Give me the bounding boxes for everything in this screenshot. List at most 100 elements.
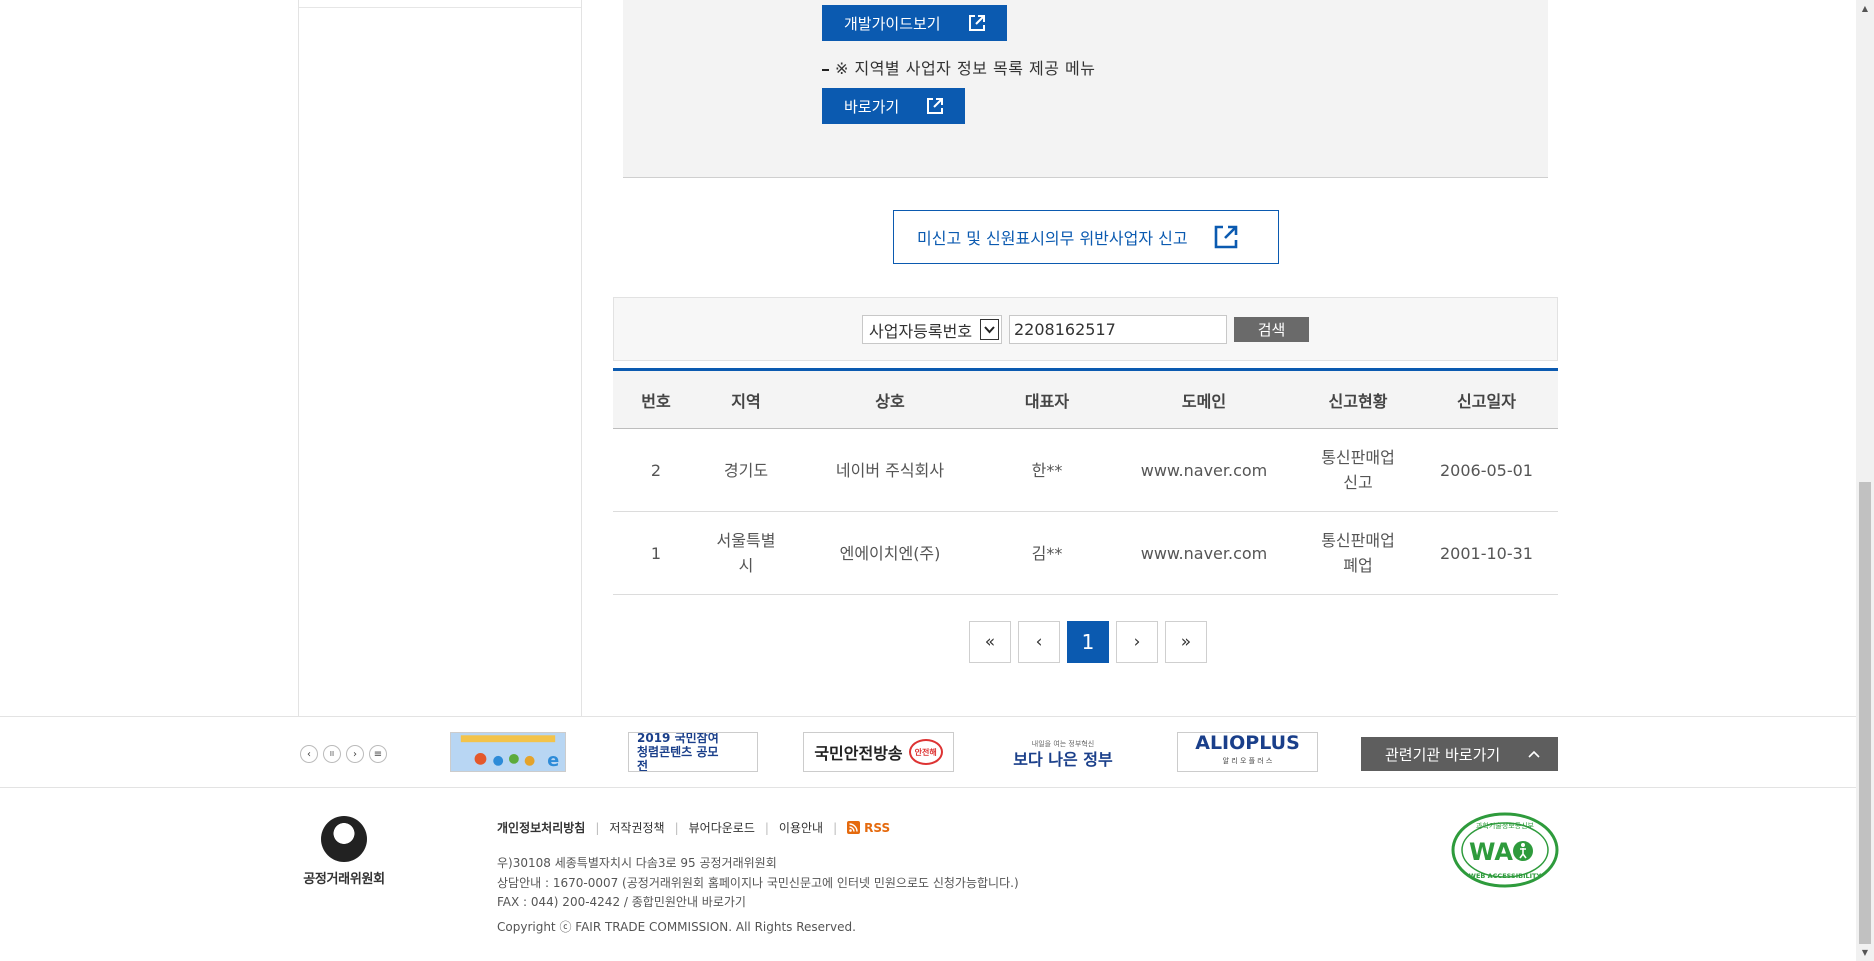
cell-ceo: 김** <box>987 511 1107 595</box>
goto-label: 바로가기 <box>844 97 900 116</box>
search-type-value: 사업자등록번호 <box>869 321 973 341</box>
ftc-logo-name: 공정거래위원회 <box>303 872 385 887</box>
cell-number: 2 <box>613 428 699 512</box>
dev-guide-label: 개발가이드보기 <box>844 14 941 33</box>
cell-region-text: 경기도 <box>723 460 769 480</box>
api-info-panel <box>623 0 1548 178</box>
external-link-icon <box>927 98 944 114</box>
wa-main-text: WA <box>1469 838 1513 866</box>
page-scrollbar[interactable]: ▲ ▼ <box>1856 0 1874 961</box>
rss-link[interactable]: RSS <box>847 821 890 835</box>
footer-consult: 상담안내 : 1670-0007 (공정거래위원회 홈페이지나 국민신문고에 인… <box>497 875 1019 890</box>
tv-icon: 안전해 <box>908 739 943 765</box>
external-link-icon <box>968 15 985 31</box>
goto-button[interactable]: 바로가기 <box>822 88 966 124</box>
web-accessibility-badge: 과학기술정보통신부 WA WEB ACCESSIBILITY <box>1451 812 1559 888</box>
chevron-up-icon <box>1528 750 1540 758</box>
chevron-down-icon <box>980 319 999 340</box>
banner-better-government[interactable]: 내일을 여는 정부혁신 보다 나은 정부 <box>1009 732 1117 772</box>
search-button[interactable]: 검색 <box>1234 317 1309 342</box>
banner-list-button[interactable]: ≡ <box>369 745 387 763</box>
banner-ie-image-art: e <box>451 733 565 771</box>
cell-status-text: 통신판매업 폐업 <box>1321 531 1395 575</box>
result-table: 번호 지역 상호 대표자 도메인 신고현황 신고일자 2 경기도 네이버 주식회… <box>613 368 1558 595</box>
link-separator: | <box>595 820 600 835</box>
first-page-button[interactable]: « <box>969 621 1011 663</box>
link-separator: | <box>674 820 679 835</box>
cell-status: 통신판매업 신고 <box>1301 428 1415 512</box>
page: 개발가이드보기 ※ 지역별 사업자 정보 목록 제공 메뉴 바로가기 미신고 및… <box>0 0 1874 961</box>
banner-ie-image[interactable]: e <box>450 732 566 772</box>
col-header-region: 지역 <box>699 369 793 429</box>
wa-bottom-text: WEB ACCESSIBILITY <box>1469 872 1542 880</box>
footer-contact-info: 우)30108 세종특별자치시 다솜3로 95 공정거래위원회 상담안내 : 1… <box>497 854 1019 937</box>
next-page-button[interactable]: › <box>1116 621 1158 663</box>
usage-guide-link[interactable]: 이용안내 <box>779 819 823 836</box>
rss-icon <box>847 821 861 834</box>
dash-marker <box>822 68 829 71</box>
banner-alioplus-small: 알 리 오 플 러 스 <box>1222 757 1273 765</box>
footer-links: 개인정보처리방침 | 저작권정책 | 뷰어다운로드 | 이용안내 | RSS <box>497 819 890 836</box>
sidebar-divider <box>299 0 581 8</box>
cell-company[interactable]: 네이버 주식회사 <box>793 428 987 512</box>
search-type-select[interactable]: 사업자등록번호 <box>862 315 1002 344</box>
cell-region-text: 서울특별시 <box>716 531 776 575</box>
cell-status-text: 통신판매업 신고 <box>1321 448 1395 492</box>
banner-pause-button[interactable]: II <box>323 745 341 763</box>
prev-page-button[interactable]: ‹ <box>1018 621 1060 663</box>
cell-region: 서울특별시 <box>699 511 793 595</box>
table-row[interactable]: 1 서울특별시 엔에이치엔(주) 김** www.naver.com 통신판매업… <box>613 511 1558 595</box>
violation-report-label: 미신고 및 신원표시의무 위반사업자 신고 <box>917 229 1188 248</box>
page-1-button[interactable]: 1 <box>1067 621 1109 663</box>
footer-copyright: Copyright ⓒ FAIR TRADE COMMISSION. All R… <box>497 919 856 934</box>
dev-guide-button[interactable]: 개발가이드보기 <box>822 5 1007 41</box>
banner-prev-button[interactable]: ‹ <box>300 745 318 763</box>
viewer-download-link[interactable]: 뷰어다운로드 <box>689 819 755 836</box>
sidebar-column <box>298 0 582 717</box>
banner-integrity-contest-label: 2019 국민참여 청렴콘텐츠 공모전 <box>637 732 719 772</box>
table-header-row: 번호 지역 상호 대표자 도메인 신고현황 신고일자 <box>613 369 1558 429</box>
cell-ceo: 한** <box>987 428 1107 512</box>
svg-text:e: e <box>547 751 559 771</box>
footer-fax: FAX : 044) 200-4242 / 종합민원안내 바로가기 <box>497 895 746 909</box>
link-separator: | <box>764 820 769 835</box>
banner-safety-broadcast[interactable]: 국민안전방송 안전해 <box>803 732 954 772</box>
pagination: « ‹ 1 › » <box>969 621 1207 663</box>
last-page-button[interactable]: » <box>1165 621 1207 663</box>
banner-safety-broadcast-label: 국민안전방송 <box>814 744 903 763</box>
related-sites-label: 관련기관 바로가기 <box>1385 745 1501 764</box>
search-input[interactable] <box>1009 315 1227 344</box>
footer-address: 우)30108 세종특별자치시 다솜3로 95 공정거래위원회 <box>497 856 777 870</box>
scrollbar-thumb[interactable] <box>1859 482 1871 944</box>
privacy-policy-link[interactable]: 개인정보처리방침 <box>497 819 585 836</box>
col-header-domain: 도메인 <box>1107 369 1301 429</box>
related-sites-button[interactable]: 관련기관 바로가기 <box>1361 737 1558 771</box>
rss-label: RSS <box>864 820 891 835</box>
external-link-icon <box>1214 225 1237 249</box>
info-description-text: ※ 지역별 사업자 정보 목록 제공 메뉴 <box>835 59 1096 78</box>
cell-date: 2001-10-31 <box>1415 511 1558 595</box>
banner-alioplus-label: ALIOPLUS <box>1195 732 1300 754</box>
cell-domain: www.naver.com <box>1107 428 1301 512</box>
banner-better-government-label: 보다 나은 정부 <box>1013 750 1113 769</box>
scroll-down-arrow[interactable]: ▼ <box>1856 944 1874 961</box>
table-row[interactable]: 2 경기도 네이버 주식회사 한** www.naver.com 통신판매업 신… <box>613 428 1558 512</box>
ftc-logo: 공정거래위원회 <box>298 816 390 887</box>
col-header-date: 신고일자 <box>1415 369 1558 429</box>
wa-top-text: 과학기술정보통신부 <box>1476 821 1535 830</box>
banner-integrity-contest[interactable]: 2019 국민참여 청렴콘텐츠 공모전 <box>628 732 758 772</box>
cell-date: 2006-05-01 <box>1415 428 1558 512</box>
web-accessibility-badge-art: 과학기술정보통신부 WA WEB ACCESSIBILITY <box>1451 812 1559 888</box>
cell-domain: www.naver.com <box>1107 511 1301 595</box>
violation-report-button[interactable]: 미신고 및 신원표시의무 위반사업자 신고 <box>893 210 1279 264</box>
col-header-number: 번호 <box>613 369 699 429</box>
cell-region: 경기도 <box>699 428 793 512</box>
cell-status: 통신판매업 폐업 <box>1301 511 1415 595</box>
col-header-ceo: 대표자 <box>987 369 1107 429</box>
scroll-up-arrow[interactable]: ▲ <box>1856 0 1874 17</box>
cell-number: 1 <box>613 511 699 595</box>
banner-next-button[interactable]: › <box>346 745 364 763</box>
banner-alioplus[interactable]: ALIOPLUS 알 리 오 플 러 스 <box>1177 732 1318 772</box>
cell-company[interactable]: 엔에이치엔(주) <box>793 511 987 595</box>
copyright-policy-link[interactable]: 저작권정책 <box>609 819 664 836</box>
